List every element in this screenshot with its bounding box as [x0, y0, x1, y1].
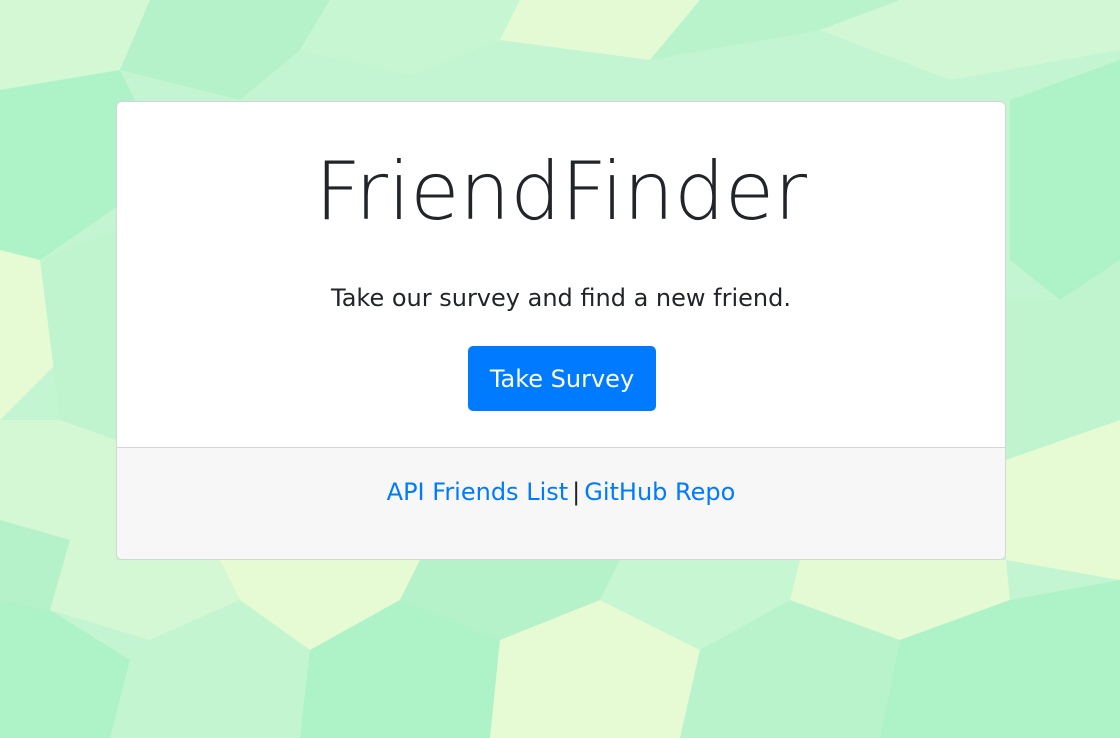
main-card: FriendFinder Take our survey and find a … — [116, 101, 1006, 560]
take-survey-button[interactable]: Take Survey — [468, 346, 656, 411]
github-repo-link[interactable]: GitHub Repo — [584, 478, 735, 506]
tagline: Take our survey and find a new friend. — [331, 284, 791, 312]
card-footer: API Friends List | GitHub Repo — [117, 447, 1005, 559]
link-separator: | — [572, 478, 581, 506]
footer-links: API Friends List | GitHub Repo — [117, 478, 1005, 506]
page-title: FriendFinder — [314, 145, 808, 238]
api-friends-list-link[interactable]: API Friends List — [387, 478, 569, 506]
card-body: FriendFinder Take our survey and find a … — [117, 102, 1005, 447]
